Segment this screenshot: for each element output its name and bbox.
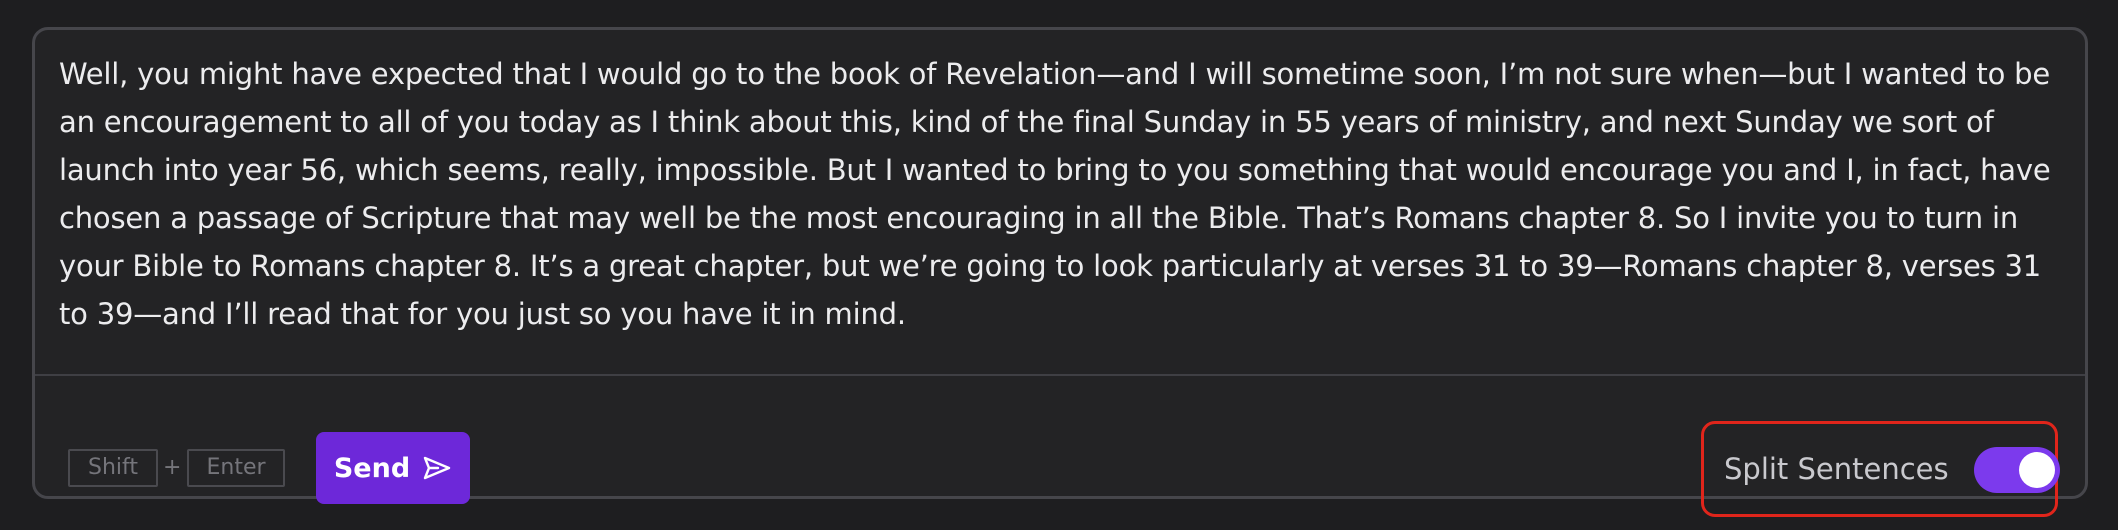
message-textarea[interactable]: Well, you might have expected that I wou… bbox=[59, 50, 2059, 338]
composer-panel: Well, you might have expected that I wou… bbox=[32, 27, 2088, 517]
send-button-label: Send bbox=[333, 452, 411, 484]
split-sentences-label: Split Sentences bbox=[1724, 452, 1949, 486]
composer-footer: Shift + Enter Send Split Sentences bbox=[35, 376, 2085, 517]
send-button[interactable]: Send bbox=[316, 432, 470, 504]
enter-key-hint: Enter bbox=[187, 449, 285, 487]
shift-key-hint: Shift bbox=[68, 449, 158, 487]
toggle-knob bbox=[2019, 452, 2055, 488]
plus-sign: + bbox=[163, 455, 182, 480]
split-sentences-toggle[interactable] bbox=[1974, 447, 2060, 493]
split-sentences-control: Split Sentences bbox=[1701, 421, 2060, 517]
send-icon bbox=[422, 455, 452, 481]
